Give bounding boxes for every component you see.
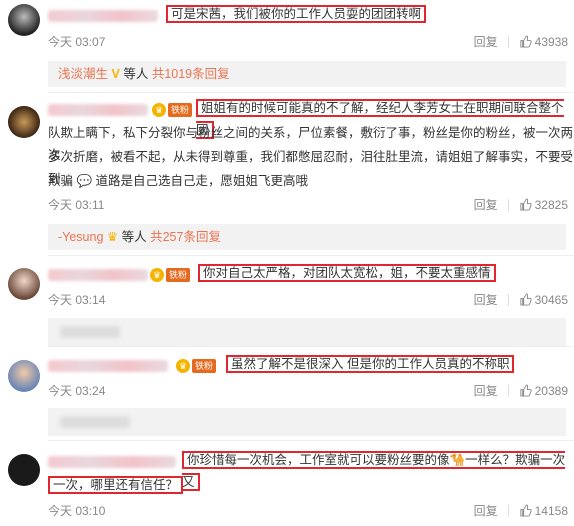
like-button[interactable]: 30465: [519, 293, 568, 307]
reply-button[interactable]: 回复: [474, 196, 498, 213]
crown-icon: ♛: [176, 359, 190, 373]
fan-badge: 铁粉: [166, 268, 191, 282]
divider: [48, 440, 574, 441]
subreply-user[interactable]: 浅淡潮生: [58, 67, 108, 81]
comment-2: ♛ 铁粉 姐姐有的时候可能真的不了解，经纪人李芳女士在职期间联合整个团 队欺上瞒…: [0, 92, 574, 252]
comment-time: 今天 03:14: [48, 293, 106, 307]
highlighted-text: 虽然了解不是很深入 但是你的工作人员真的不称职: [226, 355, 515, 373]
avatar[interactable]: [8, 268, 40, 300]
reply-button[interactable]: 回复: [474, 382, 498, 399]
avatar[interactable]: [8, 454, 40, 486]
comment-5: 你珍惜每一次机会，工作室就可以要粉丝要的像🐪一样么？欺骗一次又 一次，哪里还有信…: [0, 444, 574, 526]
like-button[interactable]: 20389: [519, 384, 568, 398]
divider: [507, 293, 509, 306]
comment-text: 你珍惜每一次机会，工作室就可以要粉丝要的像🐪一样么？欺骗一次又: [182, 449, 574, 493]
subreply-count[interactable]: 共1019条回复: [152, 67, 230, 81]
reply-button[interactable]: 回复: [474, 33, 498, 50]
username-blurred[interactable]: [48, 10, 158, 22]
thumbs-up-icon: [520, 293, 532, 306]
like-button[interactable]: 14158: [519, 504, 568, 518]
avatar[interactable]: [8, 4, 40, 36]
divider: [507, 35, 509, 48]
subreply-summary-blurred[interactable]: [48, 408, 566, 436]
comment-time: 今天 03:11: [48, 198, 105, 212]
divider: [48, 255, 574, 256]
comment-time: 今天 03:07: [48, 35, 106, 49]
username-blurred[interactable]: [48, 269, 148, 281]
divider: [507, 384, 509, 397]
highlighted-text: 你对自己太严格，对团队太宽松，姐，不要太重感情: [198, 264, 496, 282]
user-badges: ♛ 铁粉: [152, 103, 193, 117]
divider: [507, 198, 509, 211]
subreply-user[interactable]: -Yesung: [58, 230, 103, 244]
subreply-summary[interactable]: -Yesung ♛ 等人 共257条回复: [48, 224, 566, 250]
thumbs-up-icon: [520, 384, 532, 397]
like-count: 20389: [534, 383, 568, 398]
avatar[interactable]: [8, 106, 40, 138]
crown-icon: ♛: [106, 230, 119, 244]
comment-actions: 回复 14158: [474, 502, 568, 519]
thumbs-up-icon: [520, 35, 532, 48]
like-count: 32825: [534, 197, 568, 212]
subreply-count[interactable]: 共257条回复: [150, 230, 221, 244]
thumbs-up-icon: [520, 504, 532, 517]
divider: [507, 504, 509, 517]
subreply-summary-blurred[interactable]: [48, 318, 566, 346]
reply-button[interactable]: 回复: [474, 502, 498, 519]
comment-text: 虽然了解不是很深入 但是你的工作人员真的不称职: [226, 353, 515, 375]
username-blurred[interactable]: [48, 360, 168, 372]
subreply-mid: 等人: [121, 230, 147, 244]
like-count: 43938: [534, 34, 568, 49]
comment-text: 一次，哪里还有信任？: [48, 474, 184, 496]
comment-3: ♛ 铁粉 你对自己太严格，对团队太宽松，姐，不要太重感情 今天 03:14 回复…: [0, 258, 574, 346]
like-count: 30465: [534, 292, 568, 307]
comment-actions: 回复 43938: [474, 33, 568, 50]
fan-badge: 铁粉: [192, 359, 217, 373]
comment-1: 可是宋茜，我们被你的工作人员耍的团团转啊 今天 03:07 回复 43938 浅…: [0, 0, 574, 92]
comment-text-line: 欺骗 💬 道路是自己选自己走，愿姐姐飞更高哦: [48, 174, 309, 188]
reply-button[interactable]: 回复: [474, 291, 498, 308]
subreply-mid: 等人: [123, 67, 149, 81]
highlighted-text: 你珍惜每一次机会，工作室就可以要粉丝要的像🐪一样么？欺骗一次又: [182, 451, 566, 491]
highlighted-text: 一次，哪里还有信任？: [48, 476, 184, 494]
blurred-text: [60, 326, 120, 338]
comment-4: ♛ 铁粉 虽然了解不是很深入 但是你的工作人员真的不称职 今天 03:24 回复…: [0, 346, 574, 438]
thumbs-up-icon: [520, 198, 532, 211]
like-button[interactable]: 43938: [519, 35, 568, 49]
comment-text: 可是宋茜，我们被你的工作人员耍的团团转啊: [166, 3, 427, 25]
crown-icon: ♛: [152, 103, 166, 117]
highlighted-text: 可是宋茜，我们被你的工作人员耍的团团转啊: [166, 5, 427, 23]
like-button[interactable]: 32825: [519, 198, 568, 212]
avatar[interactable]: [8, 360, 40, 392]
comment-text: 你对自己太严格，对团队太宽松，姐，不要太重感情: [198, 262, 496, 284]
username-blurred[interactable]: [48, 104, 148, 116]
crown-icon: ♛: [150, 268, 164, 282]
comment-actions: 回复 32825: [474, 196, 568, 213]
fan-badge: 铁粉: [168, 103, 193, 117]
vip-icon: V: [111, 67, 120, 81]
like-count: 14158: [534, 503, 568, 518]
comment-time: 今天 03:10: [48, 504, 106, 518]
blurred-text: [60, 416, 130, 428]
user-badges: ♛ 铁粉: [176, 359, 217, 373]
comment-actions: 回复 20389: [474, 382, 568, 399]
comment-actions: 回复 30465: [474, 291, 568, 308]
comment-time: 今天 03:24: [48, 384, 106, 398]
username-blurred[interactable]: [48, 456, 176, 468]
user-badges: ♛ 铁粉: [150, 268, 191, 282]
subreply-summary[interactable]: 浅淡潮生 V 等人 共1019条回复: [48, 61, 566, 87]
